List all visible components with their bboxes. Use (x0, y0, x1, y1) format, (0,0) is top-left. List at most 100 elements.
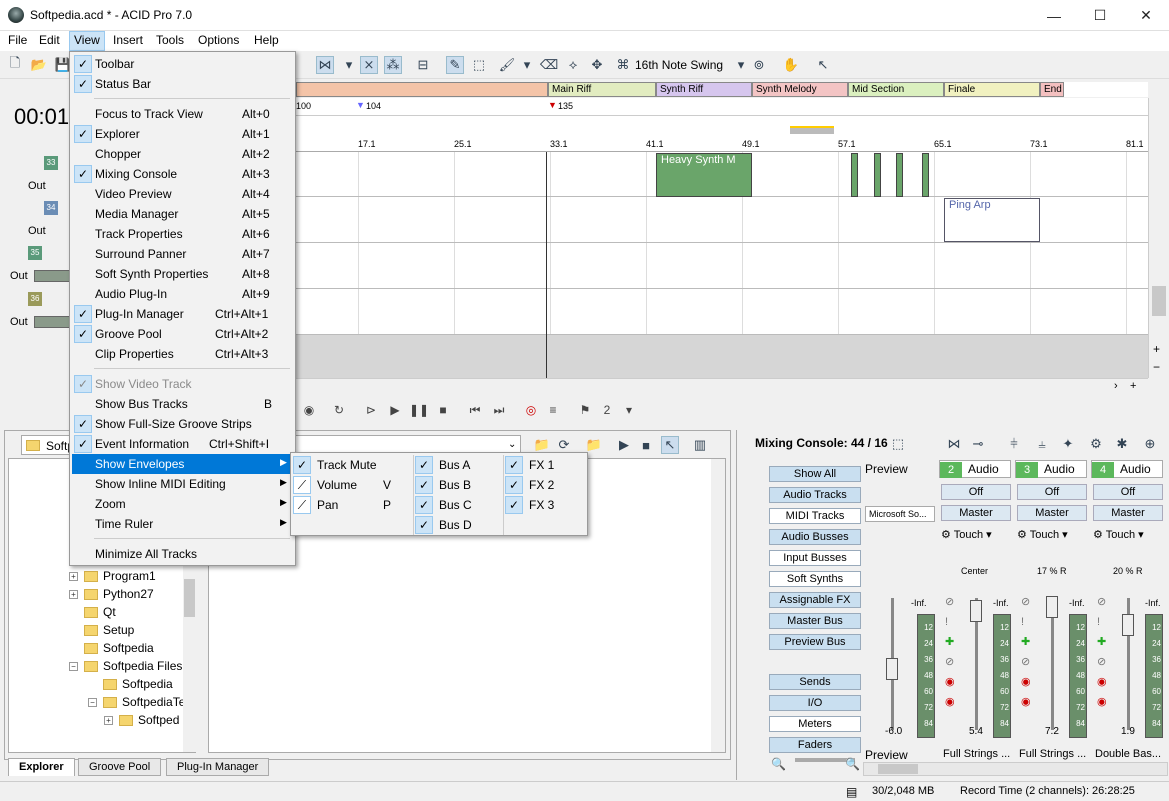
strip-fader[interactable] (1122, 614, 1134, 636)
grid-snap-icon[interactable]: ⨯ (360, 56, 378, 74)
mixer-fx-icon[interactable]: ✦ (1059, 435, 1077, 453)
menu-insert[interactable]: Insert (109, 33, 147, 47)
menu-item-mixing-console[interactable]: ✓ Mixing Console Alt+3 (72, 164, 294, 184)
preview-device-select[interactable]: Microsoft So... (865, 506, 935, 522)
strip-fader[interactable] (970, 600, 982, 622)
strip-automation-mode[interactable]: ⚙ Touch ▾ (941, 528, 992, 541)
menu-view[interactable]: View (69, 31, 105, 51)
loop-ruler[interactable] (296, 116, 1148, 136)
strip-fx-button[interactable]: Off (1017, 484, 1087, 500)
mixer-meters-button[interactable]: Meters (769, 716, 861, 732)
maximize-button[interactable]: ☐ (1077, 0, 1123, 31)
tree-item[interactable]: − SoftpediaTe (88, 695, 185, 709)
play-icon[interactable]: ▶ (386, 401, 404, 419)
scroll-right-icon[interactable]: › (1114, 380, 1118, 392)
mixer-io-button[interactable]: I/O (769, 695, 861, 711)
tab-plugin-manager[interactable]: Plug-In Manager (166, 758, 270, 776)
track-vertical-scrollbar[interactable]: + − (1148, 98, 1169, 378)
mixer-plugin-icon[interactable]: ✱ (1113, 435, 1131, 453)
submenu-item-bus-b[interactable]: ✓ Bus B (415, 475, 501, 495)
event-clip[interactable] (896, 153, 903, 197)
track-lane[interactable] (296, 243, 1148, 289)
tempo-flag-icon[interactable]: ▼ (548, 100, 557, 110)
strip-header[interactable]: 4 Audio (1091, 460, 1163, 478)
menu-item-chopper[interactable]: Chopper Alt+2 (72, 144, 294, 164)
submenu-item-bus-a[interactable]: ✓ Bus A (415, 455, 501, 475)
submenu-item-fx-2[interactable]: ✓ FX 2 (505, 475, 585, 495)
selection-tool-icon[interactable]: ⬚ (470, 56, 488, 74)
zoom-in-icon[interactable]: 🔍 (845, 757, 860, 771)
envelope-tool-icon[interactable]: ⟡ (564, 56, 582, 74)
submenu-item-pan[interactable]: ⟋ Pan P (293, 495, 411, 515)
mixer-sends-button[interactable]: Sends (769, 674, 861, 690)
open-folder-icon[interactable]: 📂 (30, 56, 48, 74)
submenu-item-volume[interactable]: ⟋ Volume V (293, 475, 411, 495)
menu-item-show-full-size-groove-strips[interactable]: ✓ Show Full-Size Groove Strips (72, 414, 294, 434)
paint-dropdown-icon[interactable]: ▾ (518, 56, 536, 74)
mixer-soft-synths-button[interactable]: Soft Synths (769, 571, 861, 587)
tab-explorer[interactable]: Explorer (8, 758, 75, 776)
menu-help[interactable]: Help (250, 33, 283, 47)
strip-fx-button[interactable]: Off (1093, 484, 1163, 500)
tree-item[interactable]: Softpedia (103, 677, 173, 691)
menu-item-show-inline-midi-editing[interactable]: Show Inline MIDI Editing ▶ (72, 474, 294, 494)
strip-mute-solo-icons[interactable]: ⊘! ✚ ⊘ ◉ ◉ (1021, 592, 1031, 712)
mixer-assignable-fx-button[interactable]: Assignable FX (769, 592, 861, 608)
marker-main-riff[interactable]: Main Riff (548, 82, 656, 97)
menu-file[interactable]: File (4, 33, 31, 47)
marker-synth-riff[interactable]: Synth Riff (656, 82, 752, 97)
marker-mid-section[interactable]: Mid Section (848, 82, 944, 97)
strip-mute-solo-icons[interactable]: ⊘! ✚ ⊘ ◉ ◉ (1097, 592, 1107, 712)
tree-item[interactable]: + Python27 (69, 587, 154, 601)
erase-tool-icon[interactable]: ⌫ (540, 56, 558, 74)
strip-bus-button[interactable]: Master (941, 505, 1011, 521)
tree-item[interactable]: Softpedia (84, 641, 154, 655)
record-icon[interactable]: ◉ (300, 401, 318, 419)
groove-clone-icon[interactable]: ⊚ (750, 56, 768, 74)
menu-item-clip-properties[interactable]: Clip Properties Ctrl+Alt+3 (72, 344, 294, 364)
menu-item-event-information[interactable]: ✓ Event Information Ctrl+Shift+I (72, 434, 294, 454)
preview-play-icon[interactable]: ▶ (615, 436, 633, 454)
strip-automation-mode[interactable]: ⚙ Touch ▾ (1017, 528, 1068, 541)
menu-item-show-envelopes[interactable]: Show Envelopes ▶ (72, 454, 294, 474)
mixer-audio-tracks-button[interactable]: Audio Tracks (769, 487, 861, 503)
strip-automation-mode[interactable]: ⚙ Touch ▾ (1093, 528, 1144, 541)
submenu-item-bus-c[interactable]: ✓ Bus C (415, 495, 501, 515)
mixer-preview-bus-button[interactable]: Preview Bus (769, 634, 861, 650)
mixer-faders-button[interactable]: Faders (769, 737, 861, 753)
loop-region[interactable] (790, 126, 834, 134)
menu-item-focus-track-view[interactable]: Focus to Track View Alt+0 (72, 104, 294, 124)
dropdown-arrow-icon[interactable]: ▾ (620, 401, 638, 419)
new-file-icon[interactable]: 🗋 (6, 55, 24, 74)
mixer-master-bus-button[interactable]: Master Bus (769, 613, 861, 629)
tab-groove-pool[interactable]: Groove Pool (78, 758, 162, 776)
zoom-out-icon[interactable]: − (1153, 360, 1160, 374)
beat-ruler[interactable]: 17.1 25.1 33.1 41.1 49.1 57.1 65.1 73.1 … (296, 136, 1148, 152)
mixer-horizontal-scrollbar[interactable] (863, 762, 1168, 776)
menu-item-media-manager[interactable]: Media Manager Alt+5 (72, 204, 294, 224)
menu-item-groove-pool[interactable]: ✓ Groove Pool Ctrl+Alt+2 (72, 324, 294, 344)
mixer-insert-icon[interactable]: ⫩ (1005, 435, 1023, 453)
strip-fader[interactable] (1046, 596, 1058, 618)
mixer-show-all-button[interactable]: Show All (769, 466, 861, 482)
tree-item[interactable]: − Softpedia Files (69, 659, 182, 673)
preview-fader[interactable] (886, 658, 898, 680)
track-volume-slider[interactable] (34, 316, 70, 328)
strip-mute-solo-icons[interactable]: ⊘! ✚ ⊘ ◉ ◉ (945, 592, 955, 712)
mixer-tool-icon[interactable]: ⊸ (969, 435, 987, 453)
strip-bus-button[interactable]: Master (1017, 505, 1087, 521)
snap-icon[interactable]: ⋈ (316, 56, 334, 74)
strip-bus-button[interactable]: Master (1093, 505, 1163, 521)
event-clip[interactable] (851, 153, 858, 197)
close-button[interactable]: ✕ (1123, 0, 1169, 31)
tempo-ruler[interactable]: 100 ▼ 104 ▼ 135 (296, 98, 1148, 116)
zoom-in-icon[interactable]: + (1153, 342, 1160, 356)
mixer-fx-chain-icon[interactable]: ⊕ (1141, 435, 1159, 453)
marker-end[interactable]: End (1040, 82, 1064, 97)
auto-preview-icon[interactable]: ↖ (661, 436, 679, 454)
marker-intro[interactable] (296, 82, 548, 97)
event-heavy-synth[interactable]: Heavy Synth M (656, 153, 752, 197)
play-from-start-icon[interactable]: ⊳ (362, 401, 380, 419)
track-volume-slider[interactable] (34, 270, 70, 282)
menu-item-minimize-all-tracks[interactable]: Minimize All Tracks (72, 544, 294, 564)
